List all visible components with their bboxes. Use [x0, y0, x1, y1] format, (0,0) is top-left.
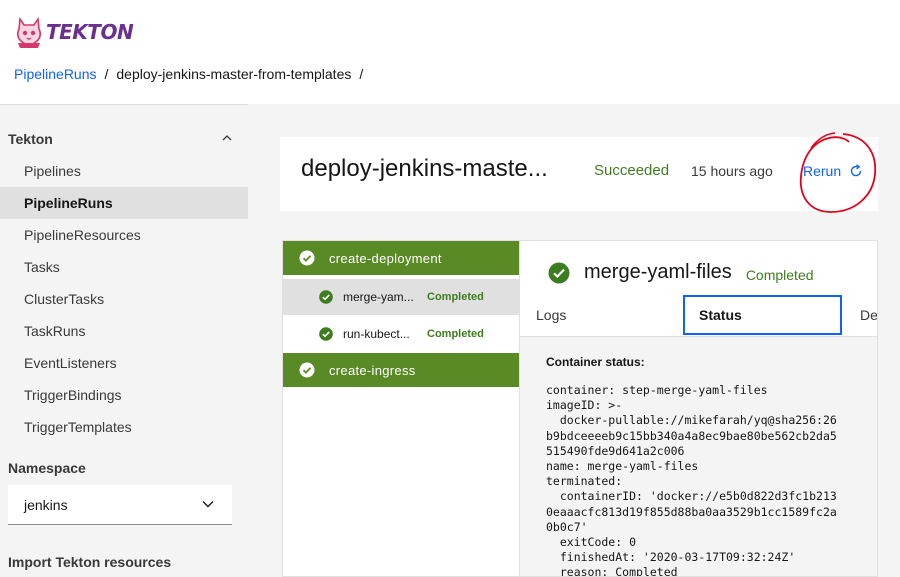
step-status: Completed [427, 328, 484, 340]
tab-details[interactable]: Details [860, 295, 877, 335]
container-status-title: Container status: [546, 355, 645, 369]
breadcrumb-separator: / [104, 66, 109, 82]
chevron-up-icon[interactable] [222, 133, 232, 143]
status-tab-content: Container status: container: step-merge-… [520, 337, 877, 577]
checkmark-filled-icon [299, 362, 315, 378]
checkmark-filled-icon [319, 290, 333, 304]
sidebar-item-pipelineruns[interactable]: PipelineRuns [0, 187, 248, 219]
pipelinerun-time: 15 hours ago [691, 163, 773, 179]
pipelinerun-header: deploy-jenkins-maste... Succeeded 15 hou… [280, 137, 878, 211]
sidebar-item-eventlisteners[interactable]: EventListeners [0, 347, 248, 379]
sidebar-item-taskruns[interactable]: TaskRuns [0, 315, 248, 347]
sidebar-item-pipelineresources[interactable]: PipelineResources [0, 219, 248, 251]
sidebar: Tekton Pipelines PipelineRuns PipelineRe… [0, 104, 248, 577]
task-create-deployment[interactable]: create-deployment [283, 241, 519, 275]
task-tree: create-deployment merge-yam... Completed… [282, 240, 531, 577]
breadcrumb-separator: / [359, 66, 364, 82]
step-name: merge-yam... [343, 290, 414, 304]
namespace-label: Namespace [8, 460, 86, 476]
pipelinerun-status: Succeeded [594, 162, 670, 179]
task-name: create-deployment [329, 250, 442, 266]
step-details-header: merge-yaml-files Completed [548, 261, 814, 284]
sidebar-item-triggerbindings[interactable]: TriggerBindings [0, 379, 248, 411]
import-resources-link[interactable]: Import Tekton resources [8, 554, 171, 570]
task-create-ingress[interactable]: create-ingress [283, 353, 519, 387]
sidebar-item-pipelines[interactable]: Pipelines [0, 155, 248, 187]
breadcrumb-pipelineruns-link[interactable]: PipelineRuns [14, 66, 97, 82]
checkmark-filled-icon [299, 250, 315, 266]
namespace-value: jenkins [24, 497, 68, 513]
step-details-status: Completed [745, 266, 814, 283]
pipelinerun-title: deploy-jenkins-maste... [301, 155, 548, 182]
chevron-down-icon [202, 501, 214, 508]
step-run-kubectl[interactable]: run-kubect... Completed [283, 316, 519, 352]
breadcrumb-current: deploy-jenkins-master-from-templates [116, 66, 352, 82]
step-status: Completed [427, 291, 484, 303]
sidebar-item-clustertasks[interactable]: ClusterTasks [0, 283, 248, 315]
tab-bar: Logs Status Details [520, 295, 877, 337]
step-details-panel: merge-yaml-files Completed Logs Status D… [520, 240, 878, 577]
checkmark-filled-icon [319, 327, 333, 341]
tekton-logo[interactable]: TEKTON [14, 14, 134, 50]
rerun-button[interactable]: Rerun [803, 163, 863, 179]
breadcrumb: PipelineRuns / deploy-jenkins-master-fro… [14, 66, 363, 82]
step-merge-yaml-files[interactable]: merge-yam... Completed [283, 279, 531, 315]
rerun-label: Rerun [803, 163, 842, 179]
task-name: create-ingress [329, 362, 416, 378]
container-status-yaml: container: step-merge-yaml-files imageID… [546, 383, 837, 577]
sidebar-item-tasks[interactable]: Tasks [0, 251, 248, 283]
step-details-title: merge-yaml-files [584, 261, 732, 283]
sidebar-item-triggertemplates[interactable]: TriggerTemplates [0, 411, 248, 443]
refresh-icon [850, 164, 862, 177]
main-content: deploy-jenkins-maste... Succeeded 15 hou… [248, 104, 900, 577]
namespace-select[interactable]: jenkins [8, 485, 232, 525]
checkmark-filled-icon [548, 262, 570, 283]
tekton-cat-icon [16, 16, 42, 48]
sidebar-section-title[interactable]: Tekton [8, 131, 53, 147]
logo-text: TEKTON [46, 20, 134, 44]
tab-logs[interactable]: Logs [536, 295, 676, 335]
tab-status[interactable]: Status [683, 295, 842, 335]
step-name: run-kubect... [343, 327, 410, 341]
